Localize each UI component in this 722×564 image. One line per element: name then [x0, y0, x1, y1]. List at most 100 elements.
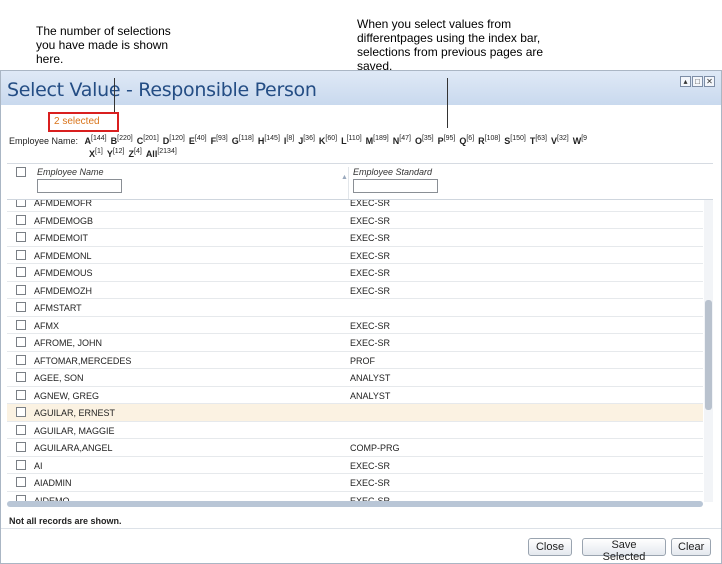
table-row[interactable]: AGNEW, GREG ANALYST — [7, 387, 703, 404]
table-row[interactable]: AFMSTART — [7, 299, 703, 317]
index-bar-label: Employee Name: — [9, 136, 79, 146]
row-checkbox[interactable] — [16, 372, 26, 382]
index-letter-e[interactable]: E[40] — [189, 135, 207, 148]
select-all-checkbox[interactable] — [16, 167, 26, 177]
row-checkbox[interactable] — [16, 214, 26, 225]
row-checkbox[interactable] — [16, 200, 26, 207]
index-letter-label: O — [414, 136, 422, 146]
index-letter-r[interactable]: R[108] — [478, 135, 500, 148]
row-checkbox[interactable] — [16, 459, 26, 470]
table-row[interactable]: AFMDEMOZH EXEC-SR — [7, 282, 703, 299]
index-letter-count: [35] — [421, 135, 434, 142]
records-note: Not all records are shown. — [9, 516, 122, 526]
index-letter-j[interactable]: J[36] — [298, 135, 315, 148]
index-letter-v[interactable]: V[32] — [551, 135, 569, 148]
index-letter-count: [144] — [91, 135, 107, 142]
index-letter-f[interactable]: F[93] — [211, 135, 228, 148]
index-letter-a[interactable]: A[144] — [85, 135, 107, 148]
index-letter-k[interactable]: K[60] — [319, 135, 337, 148]
employee-standard-cell: COMP-PRG — [350, 443, 400, 453]
index-letter-d[interactable]: D[120] — [163, 135, 185, 148]
index-letter-z[interactable]: Z[4] — [129, 148, 142, 161]
index-letter-h[interactable]: H[145] — [258, 135, 280, 148]
index-letter-w[interactable]: W[9 — [573, 135, 587, 148]
index-letter-l[interactable]: L[110] — [341, 135, 362, 148]
index-letter-label: W — [572, 136, 582, 146]
employee-standard-cell: EXEC-SR — [350, 478, 391, 488]
index-letter-count: [118] — [238, 135, 254, 142]
close-button[interactable]: Close — [528, 538, 572, 556]
horizontal-scrollbar[interactable] — [7, 501, 703, 507]
table-row[interactable]: AGUILAR, ERNEST — [7, 404, 703, 422]
employee-name-cell: AFMSTART — [34, 303, 82, 313]
employee-standard-cell: EXEC-SR — [350, 250, 391, 261]
dialog-title: Select Value - Responsible Person — [7, 79, 317, 101]
index-letter-s[interactable]: S[150] — [504, 135, 526, 148]
table-row[interactable]: AFROME, JOHN EXEC-SR — [7, 334, 703, 352]
employee-name-cell: AFMDEMOUS — [34, 268, 93, 278]
window-controls: ▴ □ ✕ — [680, 76, 715, 87]
index-letter-count: [63] — [535, 135, 548, 142]
index-letter-b[interactable]: B[220] — [111, 135, 133, 148]
row-checkbox[interactable] — [16, 319, 26, 330]
row-checkbox[interactable] — [16, 407, 26, 417]
table-row[interactable]: AFMDEMOIT EXEC-SR — [7, 229, 703, 247]
save-selected-button[interactable]: Save Selected — [582, 538, 666, 563]
table-row[interactable]: AIADMIN EXEC-SR — [7, 474, 703, 492]
index-letter-n[interactable]: N[47] — [393, 135, 411, 148]
index-letter-g[interactable]: G[118] — [232, 135, 254, 148]
index-letter-p[interactable]: P[95] — [438, 135, 456, 148]
row-checkbox[interactable] — [16, 337, 26, 347]
clear-button[interactable]: Clear — [671, 538, 711, 556]
index-letter-all[interactable]: All[2134] — [146, 148, 177, 161]
employee-standard-filter-input[interactable] — [353, 179, 438, 193]
collapse-icon[interactable]: ▴ — [680, 76, 691, 87]
row-checkbox[interactable] — [16, 442, 26, 452]
dialog-titlebar: Select Value - Responsible Person ▴ □ ✕ — [1, 71, 721, 105]
row-checkbox[interactable] — [16, 249, 26, 260]
vertical-scrollbar[interactable] — [704, 200, 713, 502]
employee-name-cell: AFMDEMOIT — [34, 233, 88, 243]
index-letter-count: [12] — [112, 148, 125, 155]
index-letter-m[interactable]: M[189] — [366, 135, 389, 148]
row-checkbox[interactable] — [16, 232, 26, 242]
row-checkbox[interactable] — [16, 424, 26, 435]
row-checkbox[interactable] — [16, 267, 26, 277]
employee-name-cell: AFTOMAR,MERCEDES — [34, 355, 132, 366]
table-row[interactable]: AFMDEMOFR EXEC-SR — [7, 200, 703, 212]
maximize-icon[interactable]: □ — [692, 76, 703, 87]
index-letter-i[interactable]: I[8] — [284, 135, 294, 148]
row-checkbox[interactable] — [16, 302, 26, 312]
row-checkbox[interactable] — [16, 389, 26, 400]
index-letter-y[interactable]: Y[12] — [107, 148, 125, 161]
index-letter-t[interactable]: T[63] — [530, 135, 547, 148]
employee-standard-cell: ANALYST — [350, 373, 391, 383]
grid-header: Employee Name ▲ Employee Standard — [7, 164, 713, 200]
row-checkbox[interactable] — [16, 477, 26, 487]
index-letter-count: [110] — [346, 135, 362, 142]
close-icon[interactable]: ✕ — [704, 76, 715, 87]
employee-standard-cell: EXEC-SR — [350, 268, 391, 278]
table-row[interactable]: AFMDEMOGB EXEC-SR — [7, 212, 703, 229]
employee-name-filter-input[interactable] — [37, 179, 122, 193]
table-row[interactable]: AFTOMAR,MERCEDES PROF — [7, 352, 703, 369]
index-letter-x[interactable]: X[1] — [89, 148, 103, 161]
row-checkbox[interactable] — [16, 284, 26, 295]
index-letter-q[interactable]: Q[6] — [459, 135, 474, 148]
index-letter-count: [201] — [143, 135, 159, 142]
table-row[interactable]: AI EXEC-SR — [7, 457, 703, 474]
vertical-scrollbar-thumb[interactable] — [705, 300, 712, 410]
table-row[interactable]: AGUILAR, MAGGIE — [7, 422, 703, 439]
index-letter-o[interactable]: O[35] — [415, 135, 434, 148]
sort-asc-icon[interactable]: ▲ — [341, 174, 348, 181]
table-row[interactable]: AFMDEMOUS EXEC-SR — [7, 264, 703, 282]
row-checkbox[interactable] — [16, 354, 26, 365]
column-header-employee-standard[interactable]: Employee Standard — [353, 167, 693, 177]
employee-name-cell: AFMX — [34, 320, 60, 331]
table-row[interactable]: AFMDEMONL EXEC-SR — [7, 247, 703, 264]
index-letter-c[interactable]: C[201] — [137, 135, 159, 148]
callout-leader-selections — [114, 78, 115, 112]
table-row[interactable]: AGEE, SON ANALYST — [7, 369, 703, 387]
table-row[interactable]: AGUILARA,ANGEL COMP-PRG — [7, 439, 703, 457]
table-row[interactable]: AFMX EXEC-SR — [7, 317, 703, 334]
